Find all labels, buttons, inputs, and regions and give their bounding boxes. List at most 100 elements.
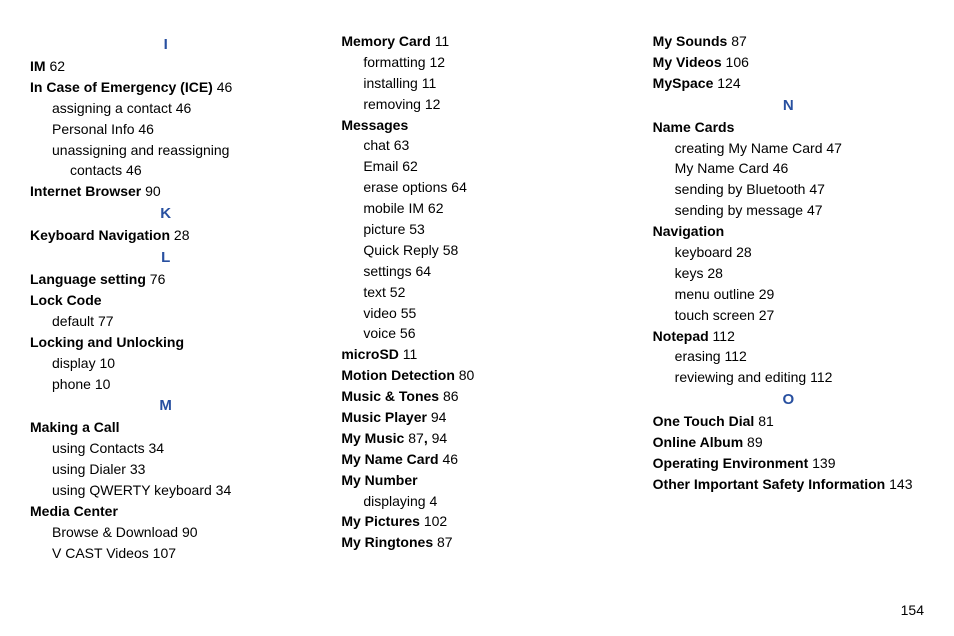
index-term: Keyboard Navigation xyxy=(30,227,170,243)
index-term: phone xyxy=(52,376,91,392)
index-entry: Language setting 76 xyxy=(30,270,301,289)
index-subentry-cont: contacts 46 xyxy=(30,161,301,180)
index-page-ref: 87 xyxy=(437,534,453,550)
index-subentry: chat 63 xyxy=(341,136,612,155)
index-page-ref: 46 xyxy=(126,162,142,178)
index-term: My Pictures xyxy=(341,513,420,529)
index-page-ref: 107 xyxy=(153,545,176,561)
index-term: sending by message xyxy=(675,202,803,218)
index-page-ref: 27 xyxy=(759,307,775,323)
index-term: menu outline xyxy=(675,286,755,302)
index-term: Music & Tones xyxy=(341,388,439,404)
index-subentry: using QWERTY keyboard 34 xyxy=(30,481,301,500)
index-term: Internet Browser xyxy=(30,183,141,199)
index-entry: In Case of Emergency (ICE) 46 xyxy=(30,78,301,97)
index-entry: Music Player 94 xyxy=(341,408,612,427)
index-entry: Name Cards xyxy=(653,118,924,137)
index-page-ref: 47 xyxy=(809,181,825,197)
index-page-ref: 12 xyxy=(425,96,441,112)
index-term: Memory Card xyxy=(341,33,430,49)
index-subentry: V CAST Videos 107 xyxy=(30,544,301,563)
index-term: Navigation xyxy=(653,223,725,239)
index-term: sending by Bluetooth xyxy=(675,181,806,197)
index-term: Language setting xyxy=(30,271,146,287)
index-subentry: mobile IM 62 xyxy=(341,199,612,218)
letter-head-i: I xyxy=(30,36,301,53)
letter-head-k: K xyxy=(30,205,301,222)
index-term: mobile IM xyxy=(363,200,424,216)
index-page-ref: 139 xyxy=(812,455,835,471)
index-subentry: creating My Name Card 47 xyxy=(653,139,924,158)
index-entry: Navigation xyxy=(653,222,924,241)
index-page-ref: 80 xyxy=(459,367,475,383)
index-page-ref: 76 xyxy=(150,271,166,287)
index-subentry: keyboard 28 xyxy=(653,243,924,262)
index-entry: Lock Code xyxy=(30,291,301,310)
index-page-ref: 89 xyxy=(747,434,763,450)
index-page-ref: 112 xyxy=(810,369,832,385)
index-entry: Media Center xyxy=(30,502,301,521)
index-page-ref: 62 xyxy=(428,200,444,216)
index-subentry: installing 11 xyxy=(341,74,612,93)
index-subentry: Email 62 xyxy=(341,157,612,176)
index-subentry: settings 64 xyxy=(341,262,612,281)
index-subentry: default 77 xyxy=(30,312,301,331)
index-term: creating My Name Card xyxy=(675,140,823,156)
index-page-ref: 77 xyxy=(98,313,114,329)
index-subentry: erase options 64 xyxy=(341,178,612,197)
index-page-ref: 62 xyxy=(49,58,65,74)
index-page-ref: 87 xyxy=(408,430,424,446)
index-entry: Memory Card 11 xyxy=(341,32,612,51)
index-term: Notepad xyxy=(653,328,709,344)
index-term: using Dialer xyxy=(52,461,126,477)
index-page-ref: 47 xyxy=(807,202,823,218)
index-subentry: keys 28 xyxy=(653,264,924,283)
index-subentry: erasing 112 xyxy=(653,347,924,366)
index-term: My Music xyxy=(341,430,404,446)
index-term: Messages xyxy=(341,117,408,133)
index-page-ref: 58 xyxy=(443,242,459,258)
index-page-ref: 28 xyxy=(736,244,752,260)
index-page-ref: 87 xyxy=(731,33,747,49)
index-page-ref: 46 xyxy=(217,79,233,95)
index-page-ref: 90 xyxy=(182,524,198,540)
index-term: My Ringtones xyxy=(341,534,433,550)
index-term: microSD xyxy=(341,346,399,362)
index-term: In Case of Emergency (ICE) xyxy=(30,79,213,95)
index-term: removing xyxy=(363,96,421,112)
index-term: chat xyxy=(363,137,389,153)
index-subentry: reviewing and editing 112 xyxy=(653,368,924,387)
index-page-ref: 124 xyxy=(717,75,740,91)
index-subentry: My Name Card 46 xyxy=(653,159,924,178)
index-page-ref: 33 xyxy=(130,461,146,477)
index-page-ref: 46 xyxy=(773,160,789,176)
index-page-ref: 28 xyxy=(174,227,190,243)
index-term: Motion Detection xyxy=(341,367,455,383)
index-page-ref: 52 xyxy=(390,284,406,300)
index-term: formatting xyxy=(363,54,425,70)
index-term: Lock Code xyxy=(30,292,102,308)
index-page-ref: 62 xyxy=(402,158,418,174)
column-1: I IM 62 In Case of Emergency (ICE) 46 as… xyxy=(30,32,301,565)
index-page-ref: 64 xyxy=(451,179,467,195)
index-page-ref: 90 xyxy=(145,183,161,199)
index-page-ref: 29 xyxy=(759,286,775,302)
index-page-ref: 11 xyxy=(422,75,437,91)
index-term: keys xyxy=(675,265,704,281)
letter-head-n: N xyxy=(653,97,924,114)
page-number: 154 xyxy=(901,602,924,618)
index-term: Quick Reply xyxy=(363,242,438,258)
index-term: Making a Call xyxy=(30,419,119,435)
index-term: assigning a contact xyxy=(52,100,172,116)
index-entry: My Pictures 102 xyxy=(341,512,612,531)
index-subentry: text 52 xyxy=(341,283,612,302)
index-term: picture xyxy=(363,221,405,237)
index-entry: Other Important Safety Information 143 xyxy=(653,475,924,494)
index-subentry: video 55 xyxy=(341,304,612,323)
index-entry: Making a Call xyxy=(30,418,301,437)
index-term: Music Player xyxy=(341,409,427,425)
index-term: contacts xyxy=(70,162,122,178)
index-term: unassigning and reassigning xyxy=(52,142,229,158)
index-term: My Number xyxy=(341,472,417,488)
index-term: MySpace xyxy=(653,75,714,91)
